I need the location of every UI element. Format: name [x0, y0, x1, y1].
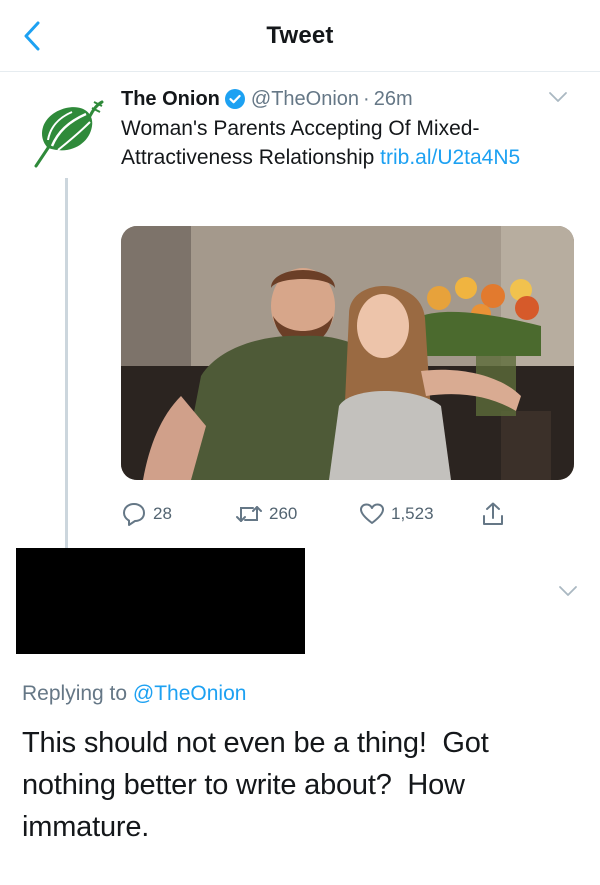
thread-connector-line: [65, 178, 68, 550]
replying-to-mention[interactable]: @TheOnion: [133, 682, 247, 705]
share-icon: [483, 502, 503, 525]
tweet-actions: 28 260 1,523: [121, 496, 541, 532]
photo-image: [121, 226, 574, 480]
chevron-down-icon[interactable]: [557, 583, 579, 599]
tweet-header: The Onion @TheOnion · 26m: [121, 83, 571, 115]
avatar[interactable]: [28, 92, 104, 172]
retweet-count: 260: [269, 504, 298, 523]
reply-count: 28: [153, 504, 172, 523]
retweet-button[interactable]: 260: [235, 496, 297, 532]
replying-to-line: Replying to @TheOnion: [22, 682, 246, 706]
tweet: The Onion @TheOnion · 26m Woman's Parent…: [121, 83, 571, 172]
heart-icon: [360, 503, 384, 524]
tweet-media-photo[interactable]: [121, 226, 574, 480]
tweet-text: Woman's Parents Accepting Of Mixed-Attra…: [121, 115, 571, 172]
share-button[interactable]: [481, 496, 511, 532]
tweet-time: 26m: [373, 87, 413, 110]
like-button[interactable]: 1,523: [359, 496, 434, 532]
redacted-user-block: [16, 548, 305, 654]
chevron-down-icon[interactable]: [547, 89, 569, 105]
author-name[interactable]: The Onion: [121, 88, 220, 111]
separator-dot: ·: [363, 87, 370, 110]
like-count: 1,523: [391, 504, 434, 523]
replying-to-prefix: Replying to: [22, 682, 133, 705]
reply-icon: [123, 503, 145, 526]
page-title: Tweet: [266, 22, 334, 49]
top-bar: Tweet: [0, 0, 600, 72]
reply-text: This should not even be a thing! Got not…: [22, 727, 497, 843]
reply-button[interactable]: 28: [121, 496, 172, 532]
author-handle[interactable]: @TheOnion: [251, 88, 359, 111]
tweet-link[interactable]: trib.al/U2ta4N5: [380, 146, 520, 169]
retweet-icon: [236, 506, 262, 522]
onion-logo-icon: [34, 100, 104, 168]
verified-badge-icon: [224, 89, 245, 109]
